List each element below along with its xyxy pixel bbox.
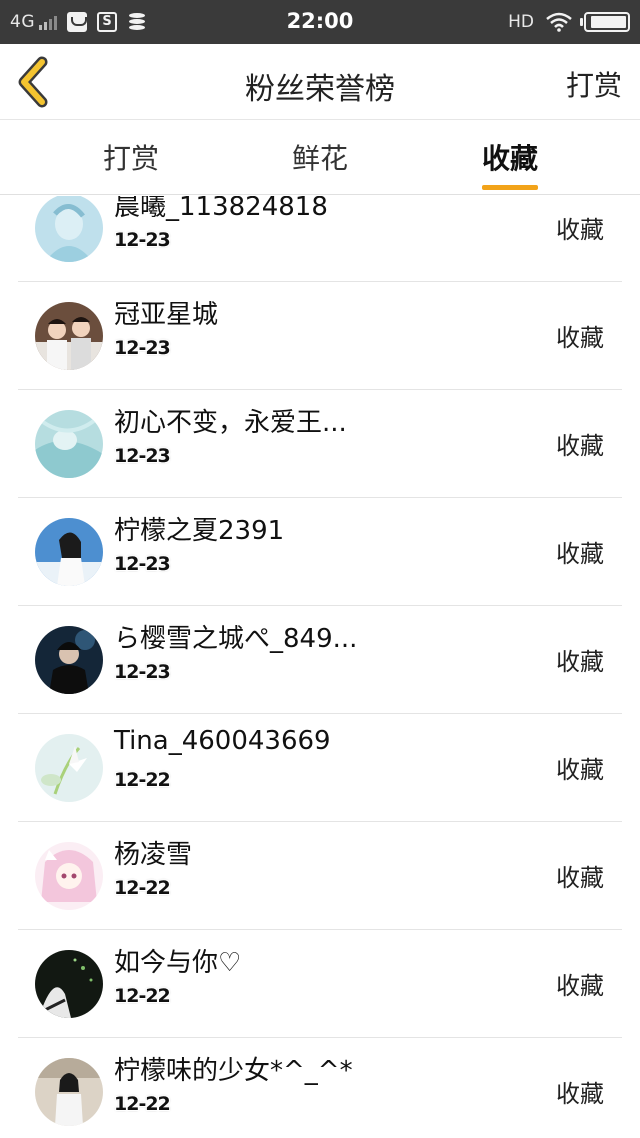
tab-label: 打赏 bbox=[102, 142, 159, 175]
user-name: 柠檬味的少女*^_^* bbox=[114, 1056, 353, 1086]
user-name: ら樱雪之城ぺ_849... bbox=[114, 624, 358, 654]
avatar bbox=[35, 842, 103, 910]
avatar bbox=[35, 410, 103, 478]
tab-flowers[interactable]: 鲜花 bbox=[265, 137, 375, 177]
favorite-label: 收藏 bbox=[556, 756, 604, 784]
status-bar-right: HD bbox=[508, 8, 630, 36]
list-item[interactable]: ら樱雪之城ぺ_849... 12-23 收藏 bbox=[18, 606, 622, 714]
user-name: 如今与你♡ bbox=[114, 948, 242, 978]
date-label: 12-23 bbox=[114, 661, 171, 683]
avatar bbox=[35, 950, 103, 1018]
fan-list[interactable]: 晨曦_113824818 12-23 收藏 冠亚星城 12-23 收藏 初心不变… bbox=[0, 196, 640, 1138]
wifi-icon bbox=[546, 12, 572, 32]
user-name: Tina_460043669 bbox=[114, 726, 331, 756]
user-name: 杨凌雪 bbox=[114, 840, 193, 870]
favorite-label: 收藏 bbox=[556, 648, 604, 676]
avatar bbox=[35, 1058, 103, 1126]
favorite-label: 收藏 bbox=[556, 1080, 604, 1108]
date-label: 12-22 bbox=[114, 877, 171, 899]
date-label: 12-22 bbox=[114, 985, 171, 1007]
tab-label: 鲜花 bbox=[291, 142, 348, 175]
avatar bbox=[35, 302, 103, 370]
list-item[interactable]: 如今与你♡ 12-22 收藏 bbox=[18, 930, 622, 1038]
tab-label: 收藏 bbox=[481, 142, 538, 175]
avatar bbox=[35, 626, 103, 694]
favorite-label: 收藏 bbox=[556, 216, 604, 244]
status-bar: 4G S 22:00 HD bbox=[0, 0, 640, 44]
tab-favorites[interactable]: 收藏 bbox=[455, 137, 565, 190]
user-name: 柠檬之夏2391 bbox=[114, 516, 285, 546]
page-title: 粉丝荣誉榜 bbox=[245, 72, 395, 107]
favorite-label: 收藏 bbox=[556, 324, 604, 352]
favorite-label: 收藏 bbox=[556, 432, 604, 460]
date-label: 12-23 bbox=[114, 553, 171, 575]
date-label: 12-23 bbox=[114, 445, 171, 467]
list-item[interactable]: 柠檬之夏2391 12-23 收藏 bbox=[18, 498, 622, 606]
avatar bbox=[35, 518, 103, 586]
avatar bbox=[35, 734, 103, 802]
tab-bar: 打赏 鲜花 收藏 bbox=[0, 121, 640, 195]
battery-level bbox=[590, 16, 626, 28]
active-tab-indicator bbox=[482, 185, 538, 190]
user-name: 晨曦_113824818 bbox=[114, 196, 328, 222]
list-item[interactable]: 初心不变，永爱王... 12-23 收藏 bbox=[18, 390, 622, 498]
avatar bbox=[35, 196, 103, 262]
date-label: 12-22 bbox=[114, 1093, 171, 1115]
favorite-label: 收藏 bbox=[556, 864, 604, 892]
user-name: 冠亚星城 bbox=[114, 300, 219, 330]
hd-indicator: HD bbox=[508, 12, 534, 32]
list-item[interactable]: 杨凌雪 12-22 收藏 bbox=[18, 822, 622, 930]
user-name: 初心不变，永爱王... bbox=[114, 408, 347, 438]
tab-tip[interactable]: 打赏 bbox=[76, 137, 186, 177]
list-item[interactable]: 柠檬味的少女*^_^* 12-22 收藏 bbox=[18, 1038, 622, 1138]
tip-button[interactable]: 打赏 bbox=[566, 64, 622, 104]
list-item[interactable]: 冠亚星城 12-23 收藏 bbox=[18, 282, 622, 390]
list-item[interactable]: Tina_460043669 12-22 收藏 bbox=[18, 714, 622, 822]
date-label: 12-23 bbox=[114, 229, 171, 251]
favorite-label: 收藏 bbox=[556, 972, 604, 1000]
list-item[interactable]: 晨曦_113824818 12-23 收藏 bbox=[18, 196, 622, 282]
battery-icon bbox=[580, 12, 630, 32]
app-header: 粉丝荣誉榜 打赏 bbox=[0, 44, 640, 120]
date-label: 12-22 bbox=[114, 769, 171, 791]
favorite-label: 收藏 bbox=[556, 540, 604, 568]
date-label: 12-23 bbox=[114, 337, 171, 359]
